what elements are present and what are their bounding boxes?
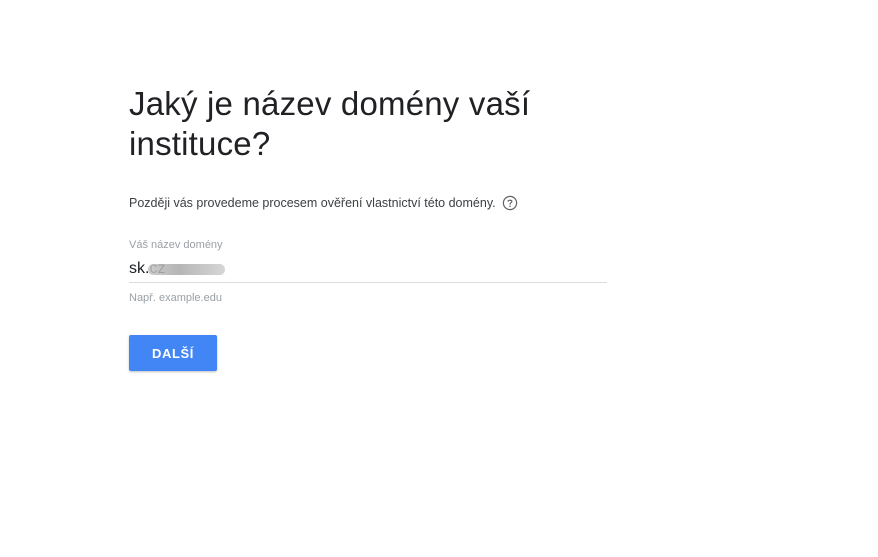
domain-field-label: Váš název domény [129, 239, 223, 251]
domain-field-hint: Např. example.edu [129, 292, 222, 304]
domain-setup-page: Jaký je název domény vaší instituce? Poz… [0, 0, 878, 557]
main-content: Jaký je název domény vaší instituce? Poz… [129, 84, 609, 371]
page-title: Jaký je název domény vaší instituce? [129, 85, 531, 162]
subtitle-text: Později vás provedeme procesem ověření v… [129, 196, 496, 210]
domain-field: Váš název domény Např. example.edu [129, 238, 607, 305]
next-button[interactable]: DALŠÍ [129, 335, 217, 371]
domain-input-wrapper [129, 258, 607, 283]
subtitle-row: Později vás provedeme procesem ověření v… [129, 194, 609, 212]
redaction-blur [148, 264, 225, 275]
help-circle-icon[interactable] [502, 195, 518, 211]
